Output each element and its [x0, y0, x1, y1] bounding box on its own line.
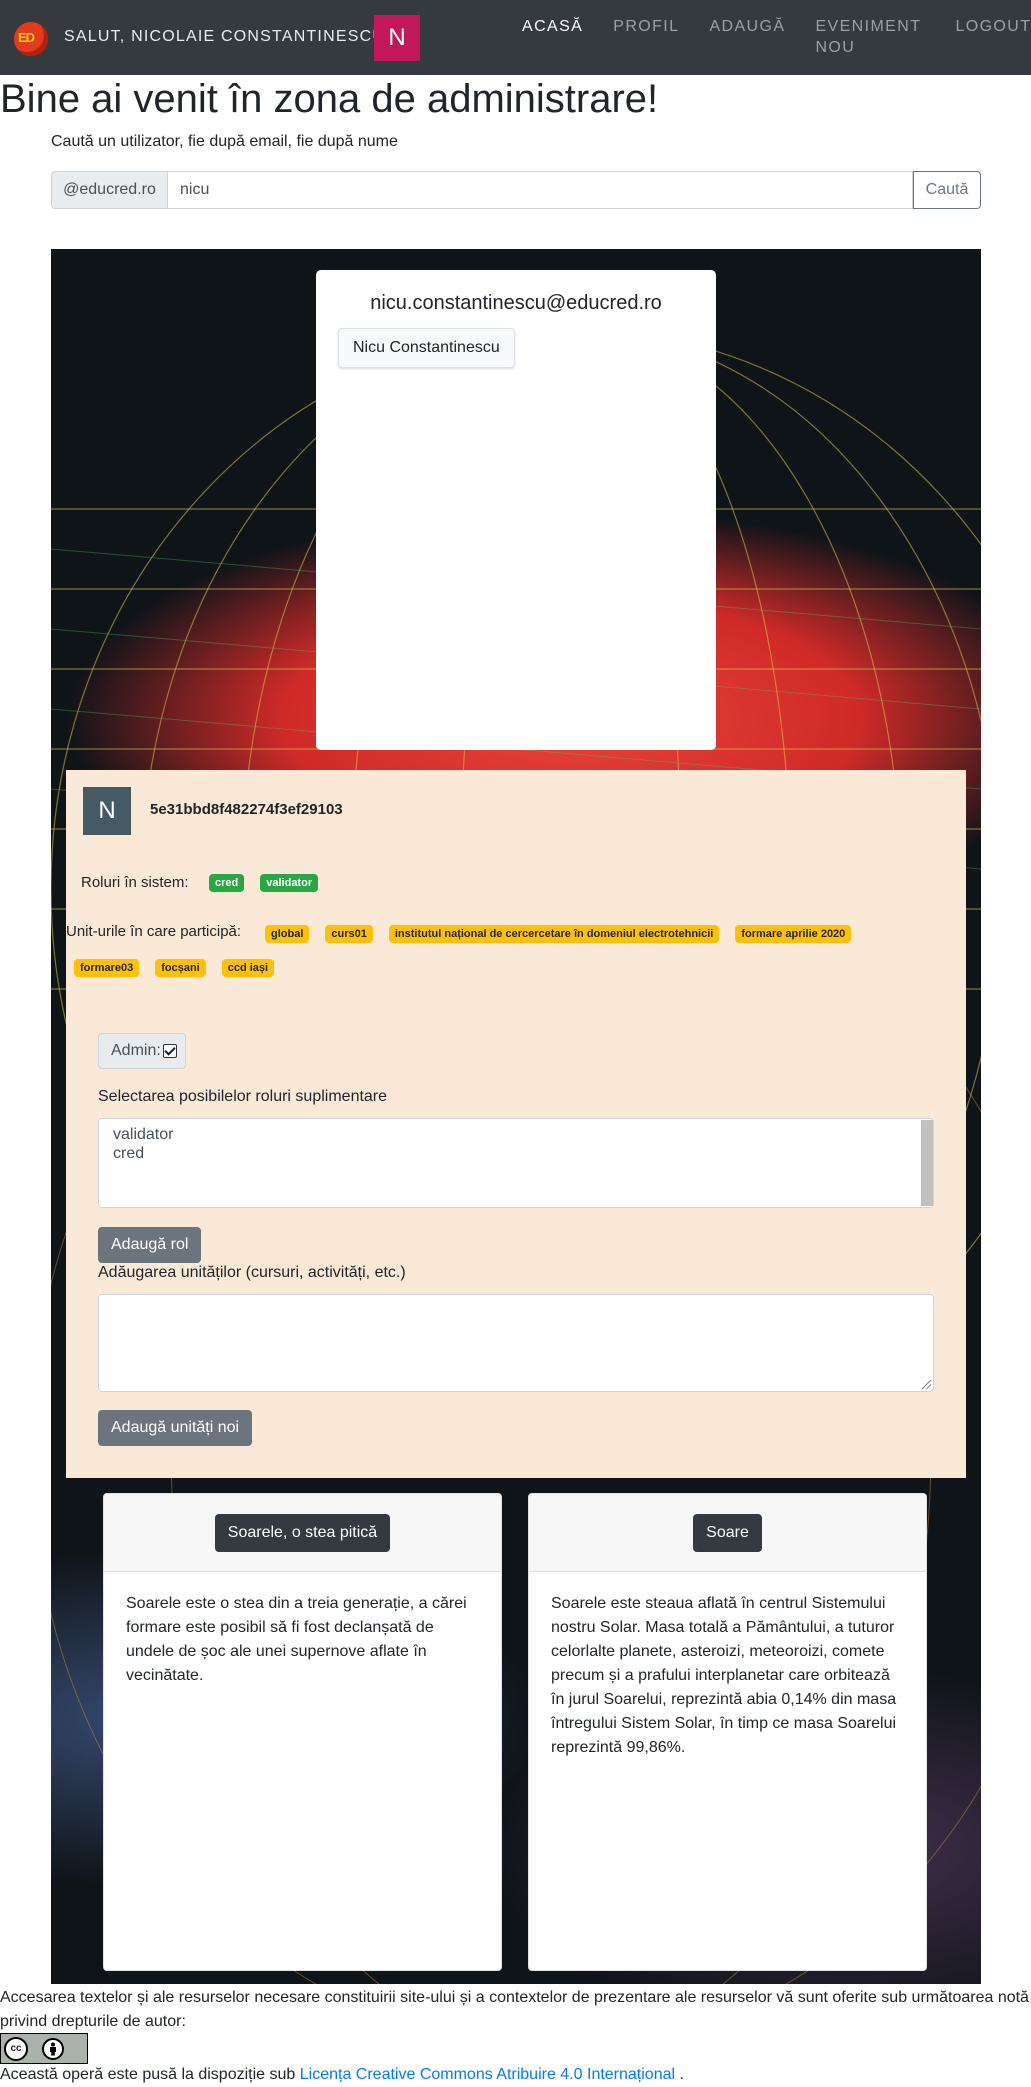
details-avatar: N [83, 787, 131, 835]
info-card: Soarele, o stea pitică Soarele este o st… [103, 1493, 502, 1971]
user-email: nicu.constantinescu@educred.ro [370, 292, 662, 314]
unit-badges: formare03 focșani ccd iași [74, 959, 275, 977]
card-title-button[interactable]: Soare [693, 1513, 762, 1552]
add-role-button[interactable]: Adaugă rol [98, 1227, 202, 1263]
admin-toggle[interactable]: Admin: [98, 1033, 186, 1069]
nav-link-add[interactable]: ADAUGĂ [709, 16, 785, 58]
unit-badge: focșani [155, 959, 206, 977]
resize-grip-icon[interactable] [922, 1380, 931, 1389]
add-units-label: Adăugarea unităților (cursuri, activităț… [98, 1264, 406, 1281]
role-option[interactable]: validator [113, 1125, 919, 1144]
unit-badge: formare03 [74, 959, 140, 977]
card-header: Soare [529, 1494, 926, 1572]
card-header: Soarele, o stea pitică [104, 1494, 501, 1572]
user-name-button[interactable]: Nicu Constantinescu [338, 328, 515, 368]
page-title: Bine ai venit în zona de administrare! [0, 77, 659, 121]
info-card: Soare Soarele este steaua aflată în cent… [528, 1493, 927, 1971]
brand-logo[interactable]: ED [14, 22, 48, 56]
nav-link-home[interactable]: ACASĂ [522, 16, 583, 58]
card-text: Soarele este steaua aflată în centrul Si… [551, 1595, 897, 1756]
user-details-panel: N 5e31bbd8f482274f3ef29103 Roluri în sis… [66, 770, 966, 1478]
admin-label: Admin: [111, 1042, 161, 1059]
cc-icon: cc [4, 2036, 28, 2061]
units-label: Unit-urile în care participă: [66, 923, 242, 940]
search-group: @educred.ro Caută [51, 171, 981, 209]
license-line: Această operă este pusă la dispoziție su… [0, 2063, 684, 2087]
role-badge: validator [260, 874, 319, 892]
search-hint: Caută un utilizator, fie după email, fie… [51, 133, 398, 150]
cc-license-badge[interactable]: cc [0, 2033, 88, 2064]
units-textarea[interactable] [98, 1294, 934, 1392]
roles-multiselect[interactable]: validator cred [98, 1118, 934, 1208]
copyright-notice: Accesarea textelor și ale resurselor nec… [0, 1989, 1029, 2030]
nav-link-logout[interactable]: LOGOUT [955, 16, 1031, 58]
unit-badge: curs01 [325, 925, 373, 943]
role-badges: cred validator [209, 874, 319, 892]
email-domain-addon: @educred.ro [51, 171, 168, 209]
unit-badge: institutul național de cercercetare în d… [388, 925, 720, 943]
unit-badge: global [265, 925, 310, 943]
navbar: ED SALUT, NICOLAIE CONSTANTINESCU N ACAS… [0, 0, 1031, 75]
unit-badges: global curs01 institutul național de cer… [265, 925, 852, 943]
unit-badge: ccd iași [221, 959, 275, 977]
logo-text: ED [18, 30, 35, 45]
person-icon [42, 2037, 64, 2060]
select-roles-label: Selectarea posibilelor roluri suplimenta… [98, 1088, 388, 1105]
nav-link-new-event[interactable]: EVENIMENT NOU [815, 16, 925, 58]
user-result-card: nicu.constantinescu@educred.ro Nicu Cons… [316, 270, 716, 750]
user-greeting: SALUT, NICOLAIE CONSTANTINESCU [64, 28, 386, 45]
search-input[interactable] [168, 171, 913, 209]
card-text: Soarele este o stea din a treia generați… [126, 1595, 467, 1684]
unit-badge: formare aprilie 2020 [735, 925, 852, 943]
license-link[interactable]: Licența Creative Commons Atribuire 4.0 I… [300, 2066, 675, 2083]
license-prefix: Această operă este pusă la dispoziție su… [0, 2066, 296, 2083]
nav-link-profile[interactable]: PROFIL [613, 16, 679, 58]
nav-menu: ACASĂ PROFIL ADAUGĂ EVENIMENT NOU LOGOUT [522, 16, 1031, 58]
role-option[interactable]: cred [113, 1144, 919, 1163]
license-suffix: . [679, 2066, 684, 2083]
user-avatar[interactable]: N [374, 15, 420, 61]
user-id: 5e31bbd8f482274f3ef29103 [150, 801, 343, 818]
add-units-button[interactable]: Adaugă unități noi [98, 1410, 253, 1446]
role-badge: cred [209, 874, 245, 892]
roles-label: Roluri în sistem: [81, 874, 189, 891]
search-button[interactable]: Caută [913, 171, 981, 209]
select-scrollbar[interactable] [921, 1120, 933, 1206]
admin-checkbox[interactable] [162, 1044, 177, 1058]
card-title-button[interactable]: Soarele, o stea pitică [214, 1513, 391, 1552]
